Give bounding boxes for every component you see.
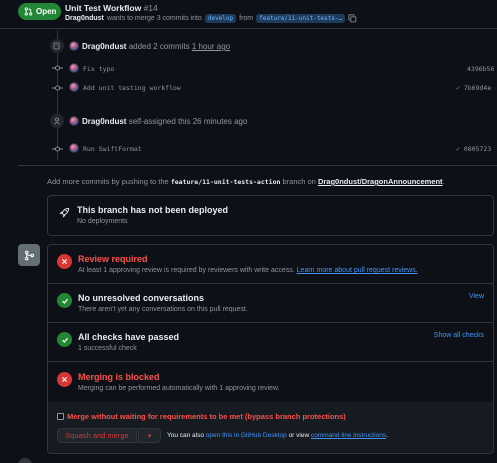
head-branch-chip[interactable]: feature/11-unit-tests-… [256, 14, 346, 23]
pr-title: Unit Test Workflow #14 [65, 3, 158, 13]
squash-and-merge-button[interactable]: Squash and merge [57, 428, 137, 443]
branch-name-link[interactable]: feature/11-unit-tests-action [171, 178, 281, 186]
event-action: added 2 commits [128, 42, 190, 51]
conversations-title: No unresolved conversations [78, 293, 205, 303]
merging-blocked-desc: Merging can be performed automatically w… [78, 385, 280, 392]
checks-desc: 1 successful check [78, 345, 137, 352]
repo-push-icon [50, 39, 64, 53]
commit-sha-link[interactable]: 4396b56 [467, 65, 494, 73]
pr-subtitle: Drag0ndust wants to merge 3 commits into… [65, 14, 357, 23]
copy-icon[interactable] [348, 14, 357, 23]
x-icon [57, 372, 72, 387]
open-desktop-link[interactable]: open this in GitHub Desktop [206, 432, 287, 439]
event-time: 26 minutes ago [192, 117, 248, 126]
merge-box: Review required At least 1 approving rev… [47, 244, 494, 454]
merge-method-dropdown[interactable]: ▾ [138, 428, 161, 443]
merge-footer: Merge without waiting for requirements t… [48, 402, 493, 453]
commit-message-link[interactable]: Run SwiftFormat [83, 145, 142, 153]
event-user-link[interactable]: Drag0ndust [82, 42, 126, 51]
timeline-event-self-assigned: Drag0ndust self-assigned this 26 minutes… [82, 117, 247, 126]
git-commit-icon [52, 145, 63, 153]
review-required-desc: At least 1 approving review is required … [78, 267, 418, 274]
event-time-link[interactable]: 1 hour ago [192, 42, 230, 51]
cli-instructions-link[interactable]: command line instructions [311, 432, 386, 439]
base-branch-chip[interactable]: develop [204, 14, 237, 23]
commit-sha-link[interactable]: ✓ 0805723 [456, 145, 491, 153]
pr-number: #14 [143, 3, 158, 13]
rocket-icon [59, 207, 70, 218]
avatar[interactable] [69, 116, 79, 126]
from-text: from [239, 15, 254, 22]
merge-check-all-checks: All checks have passed 1 successful chec… [48, 323, 493, 362]
pr-header: Open Unit Test Workflow #14 Drag0ndust w… [0, 0, 497, 30]
checks-title: All checks have passed [78, 332, 180, 342]
x-icon [57, 254, 72, 269]
pr-author-link[interactable]: Drag0ndust [65, 15, 104, 22]
deploy-desc: No deployments [77, 218, 128, 225]
event-action: self-assigned this [128, 117, 191, 126]
event-user-link[interactable]: Drag0ndust [82, 117, 126, 126]
show-all-checks-link[interactable]: Show all checks [434, 332, 484, 339]
merge-footer-hint: You can also open this in GitHub Desktop… [167, 432, 388, 439]
avatar[interactable] [69, 143, 79, 153]
merge-check-review-required: Review required At least 1 approving rev… [48, 245, 493, 284]
conversations-desc: There aren't yet any conversations on th… [78, 306, 248, 313]
person-icon [50, 114, 64, 128]
pr-title-text: Unit Test Workflow [65, 3, 142, 13]
check-icon [57, 332, 72, 347]
commit-message-link[interactable]: Fix typo [83, 65, 114, 73]
merge-check-conversations: No unresolved conversations There aren't… [48, 284, 493, 323]
timeline-end-divider [18, 165, 497, 166]
merge-text: wants to merge 3 commits into [106, 15, 202, 22]
status-badge-open: Open [18, 3, 61, 20]
git-pull-request-icon [24, 7, 33, 16]
merging-blocked-title: Merging is blocked [78, 372, 160, 382]
check-icon [57, 293, 72, 308]
repo-link[interactable]: Drag0ndust/DragonAnnouncement [318, 177, 443, 186]
header-divider [0, 28, 497, 29]
check-icon: ✓ [456, 145, 460, 153]
commit-sha-link[interactable]: ✓ 7b69d4e [456, 84, 491, 92]
bypass-checkbox-row[interactable]: Merge without waiting for requirements t… [57, 412, 346, 421]
commit-message-link[interactable]: Add unit testing workflow [83, 84, 181, 92]
avatar[interactable] [69, 82, 79, 92]
avatar[interactable] [18, 458, 32, 463]
merge-check-blocked: Merging is blocked Merging can be perfor… [48, 362, 493, 402]
view-conversations-link[interactable]: View [469, 293, 484, 300]
triangle-down-icon: ▾ [147, 432, 152, 440]
bypass-label[interactable]: Merge without waiting for requirements t… [67, 412, 346, 421]
git-merge-icon [18, 244, 40, 266]
review-required-title: Review required [78, 254, 148, 264]
add-commits-hint: Add more commits by pushing to the featu… [47, 177, 445, 186]
avatar[interactable] [69, 41, 79, 51]
learn-more-reviews-link[interactable]: Learn more about pull request reviews. [297, 267, 418, 274]
check-icon: ✓ [456, 84, 460, 92]
git-commit-icon [52, 84, 63, 92]
avatar[interactable] [69, 63, 79, 73]
deploy-title: This branch has not been deployed [77, 205, 229, 215]
status-badge-label: Open [36, 7, 57, 16]
git-commit-icon [52, 64, 63, 72]
bypass-checkbox[interactable] [57, 413, 64, 420]
deployment-box: This branch has not been deployed No dep… [47, 195, 494, 236]
timeline-event-commits-added: Drag0ndust added 2 commits 1 hour ago [82, 42, 230, 51]
